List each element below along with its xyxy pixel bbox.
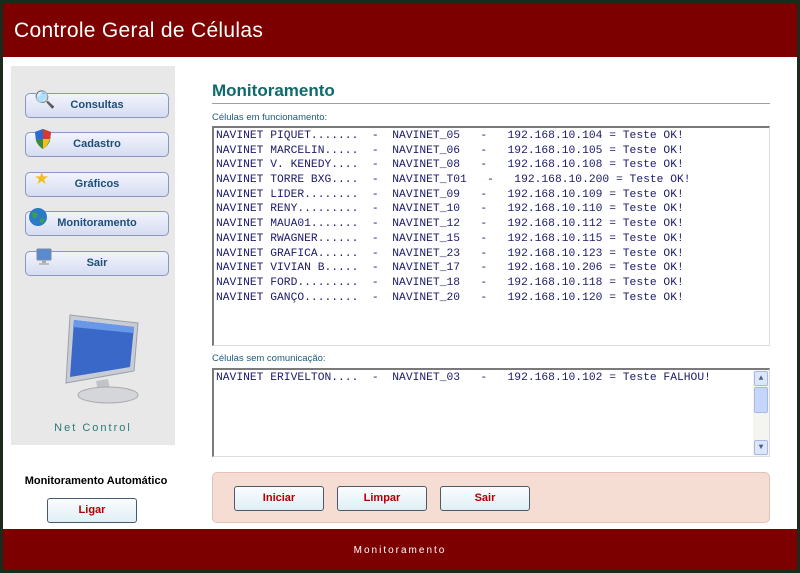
cell-status-line: NAVINET MARCELIN..... - NAVINET_06 - 192… (216, 144, 684, 157)
exit-button[interactable]: Sair (440, 486, 530, 511)
sidebar-item-monitoramento[interactable]: Monitoramento (25, 208, 169, 236)
start-button[interactable]: Iniciar (234, 486, 324, 511)
sidebar-item-label: Monitoramento (57, 217, 137, 229)
cell-status-line: NAVINET V. KENEDY.... - NAVINET_08 - 192… (216, 159, 684, 172)
failed-cells-list[interactable]: NAVINET ERIVELTON.... - NAVINET_03 - 192… (212, 368, 770, 457)
cell-status-line: NAVINET TORRE BXG.... - NAVINET_T01 - 19… (216, 174, 691, 187)
footer-text: Monitoramento (353, 545, 447, 556)
footer: Monitoramento (3, 529, 797, 570)
sidebar: 🔍 Consultas Cadastro ★ Gráficos Monitora… (11, 66, 175, 445)
cell-status-line: NAVINET RENY......... - NAVINET_10 - 192… (216, 203, 684, 216)
cell-status-line: NAVINET PIQUET....... - NAVINET_05 - 192… (216, 130, 684, 142)
header: Controle Geral de Células (3, 3, 797, 57)
auto-monitor-label: Monitoramento Automático (24, 475, 168, 487)
sidebar-item-label: Cadastro (73, 138, 121, 150)
page-title: Monitoramento (212, 81, 335, 100)
action-panel: Iniciar Limpar Sair (212, 472, 770, 523)
failed-cells-label: Células sem comunicação: (212, 353, 326, 364)
scrollbar[interactable]: ▲ ▼ (753, 370, 769, 456)
scroll-up-icon[interactable]: ▲ (754, 371, 768, 386)
brand-label: Net Control (54, 422, 132, 434)
cell-status-line: NAVINET FORD......... - NAVINET_18 - 192… (216, 276, 684, 289)
sidebar-item-label: Gráficos (74, 178, 120, 190)
divider (212, 103, 770, 104)
computer-monitor-image (56, 311, 146, 406)
scroll-down-icon[interactable]: ▼ (754, 440, 768, 455)
working-cells-list[interactable]: NAVINET PIQUET....... - NAVINET_05 - 192… (212, 126, 770, 346)
sidebar-item-consultas[interactable]: 🔍 Consultas (25, 90, 169, 118)
sidebar-item-sair[interactable]: Sair (25, 248, 169, 276)
app-window: Controle Geral de Células 🔍 Consultas Ca… (3, 3, 797, 570)
clear-button[interactable]: Limpar (337, 486, 427, 511)
working-cells-label: Células em funcionamento: (212, 112, 328, 123)
ligar-button[interactable]: Ligar (47, 498, 137, 523)
cell-status-line: NAVINET RWAGNER...... - NAVINET_15 - 192… (216, 232, 684, 245)
sidebar-item-label: Consultas (70, 99, 124, 111)
cell-status-line: NAVINET GANÇO........ - NAVINET_20 - 192… (216, 291, 684, 304)
scrollbar-thumb[interactable] (754, 387, 768, 413)
sidebar-item-label: Sair (86, 257, 108, 269)
cell-status-line: NAVINET GRAFICA...... - NAVINET_23 - 192… (216, 247, 684, 260)
sidebar-item-cadastro[interactable]: Cadastro (25, 129, 169, 157)
cell-status-line: NAVINET LIDER........ - NAVINET_09 - 192… (216, 188, 684, 201)
cell-status-line: NAVINET ERIVELTON.... - NAVINET_03 - 192… (216, 372, 711, 384)
cell-status-line: NAVINET VIVIAN B..... - NAVINET_17 - 192… (216, 262, 684, 275)
cell-status-line: NAVINET MAUA01....... - NAVINET_12 - 192… (216, 218, 684, 231)
app-title: Controle Geral de Células (14, 19, 264, 42)
sidebar-item-graficos[interactable]: ★ Gráficos (25, 169, 169, 197)
